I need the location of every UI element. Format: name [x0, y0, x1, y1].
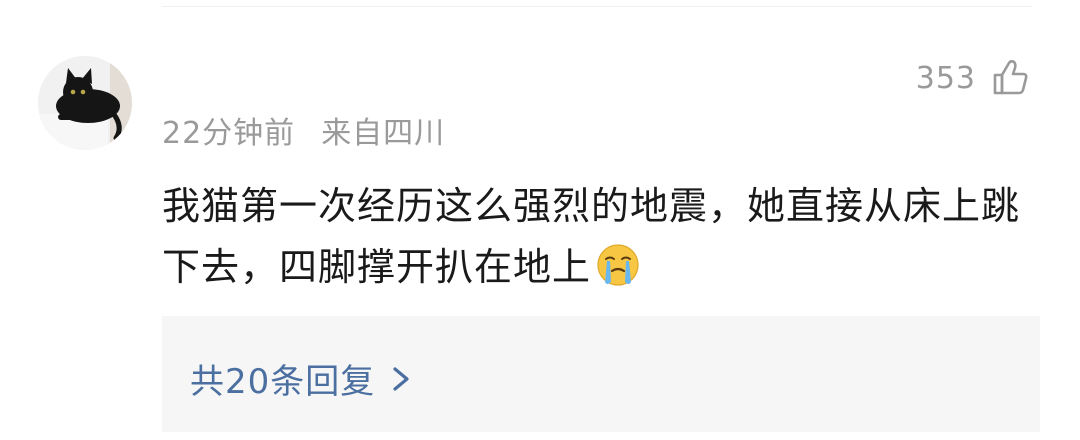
- cat-avatar-image: [38, 56, 132, 150]
- replies-label: 共20条回复: [190, 362, 376, 402]
- like-button[interactable]: 353: [916, 56, 1030, 100]
- comment-location: 来自四川: [321, 116, 446, 151]
- comment-meta: 22分钟前 来自四川: [162, 108, 445, 152]
- replies-panel: 共20条回复: [162, 316, 1040, 432]
- comment-card: 353 22分钟前 来自四川 我猫第一次经历这么强烈的地震，她直接从床上跳下去，四…: [0, 0, 1080, 440]
- view-replies-link[interactable]: 共20条回复: [190, 354, 413, 403]
- avatar[interactable]: [38, 56, 132, 150]
- comment-body: 我猫第一次经历这么强烈的地震，她直接从床上跳下去，四脚撑开扒在地上: [162, 176, 1022, 298]
- comment-text: 我猫第一次经历这么强烈的地震，她直接从床上跳下去，四脚撑开扒在地上: [162, 184, 1021, 289]
- comment-time: 22分钟前: [162, 116, 296, 151]
- crying-face-icon: [597, 244, 639, 286]
- thumbs-up-icon: [993, 59, 1028, 95]
- like-count: 353: [915, 60, 976, 96]
- divider: [162, 6, 1032, 7]
- chevron-right-icon: [393, 366, 409, 391]
